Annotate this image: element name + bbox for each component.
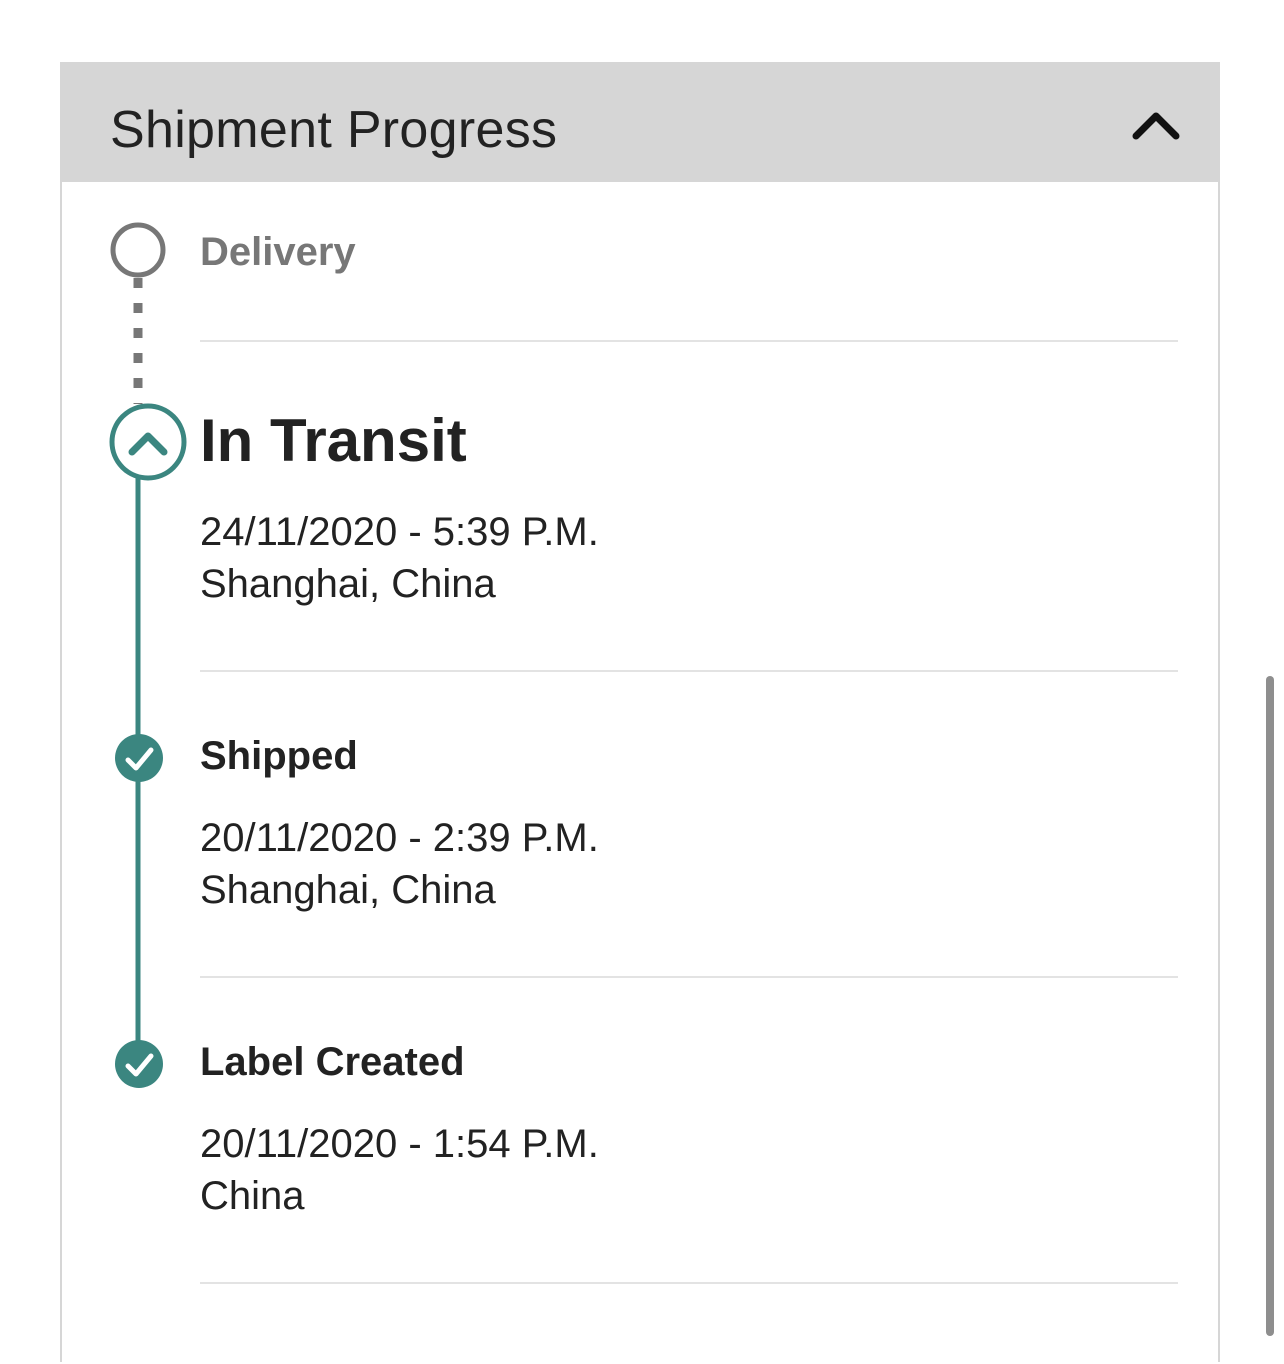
step-datetime-in-transit: 24/11/2020 - 5:39 P.M. [200,510,599,554]
step-title-shipped: Shipped [200,734,358,778]
step-title-in-transit: In Transit [200,407,467,474]
step-location-label-created: China [200,1174,305,1218]
empty-circle-icon [110,222,166,278]
step-datetime-label-created: 20/11/2020 - 1:54 P.M. [200,1122,599,1166]
step-location-shipped: Shanghai, China [200,868,496,912]
scrollbar[interactable] [1266,676,1274,1336]
divider [200,670,1178,672]
divider [200,1282,1178,1284]
step-title-delivery: Delivery [200,230,356,274]
check-circle-icon [115,734,163,782]
check-circle-icon [115,1040,163,1088]
step-location-in-transit: Shanghai, China [200,562,496,606]
chevron-up-circle-icon [109,403,187,481]
shipment-progress-panel: Shipment Progress Delivery In Transit 24… [60,62,1220,1362]
divider [200,976,1178,978]
step-title-label-created: Label Created [200,1040,465,1084]
step-datetime-shipped: 20/11/2020 - 2:39 P.M. [200,816,599,860]
divider [200,340,1178,342]
